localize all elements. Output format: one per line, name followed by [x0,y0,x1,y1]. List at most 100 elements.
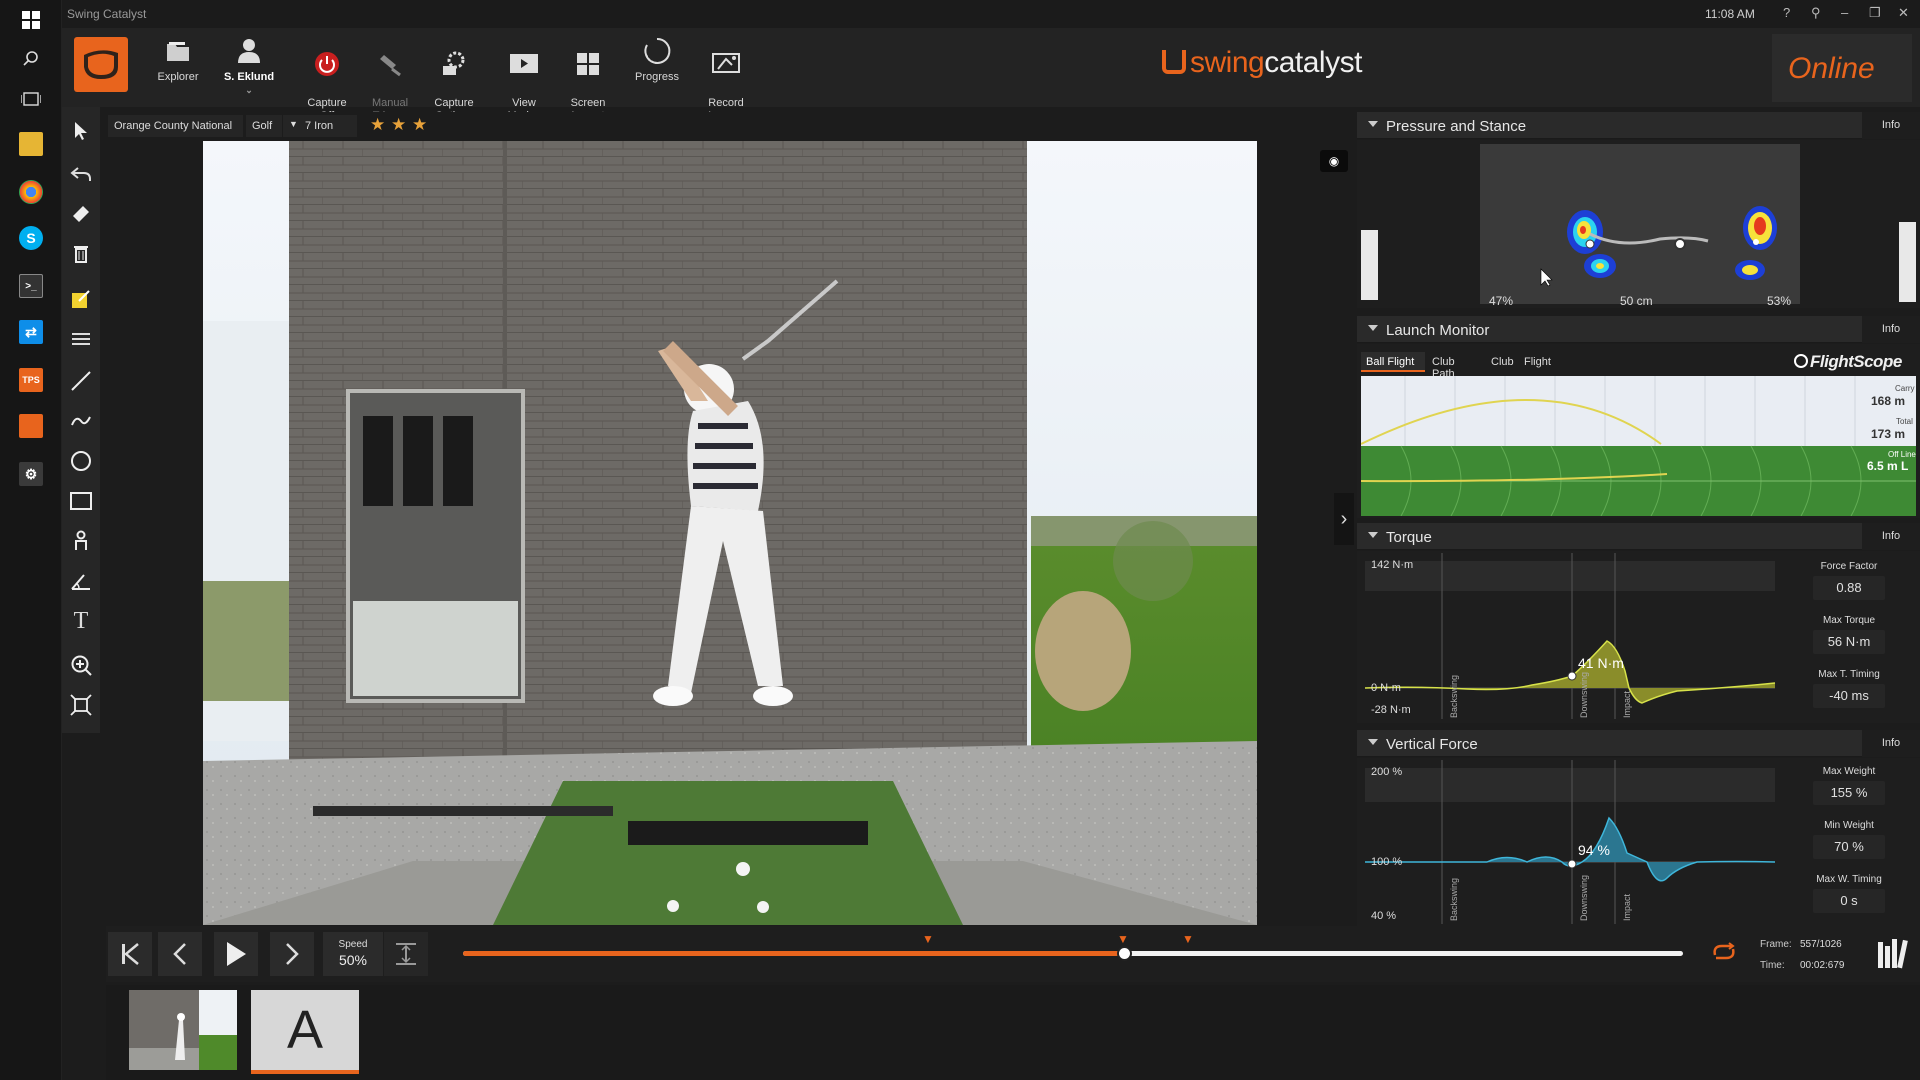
max-weight-timing-stat: Max W. Timing 0 s [1813,874,1885,913]
swingcatalyst-app-icon[interactable] [19,414,43,438]
collapse-triangle-icon[interactable] [1368,739,1378,745]
sport-label[interactable]: Golf [246,115,282,137]
vertical-force-header[interactable]: Vertical Force Info [1357,730,1920,757]
grid-icon [577,53,599,75]
help-button[interactable]: ? [1783,5,1790,20]
stat-value: 70 % [1813,835,1885,859]
force-y-mid: 100 % [1371,856,1403,868]
screen-layout-button[interactable]: Screen Layout [557,32,619,122]
tab-club[interactable]: Club [1486,352,1518,372]
app-logo[interactable] [74,37,128,92]
line-style-icon[interactable] [69,327,93,351]
backswing-label: Backswing [1449,877,1459,921]
torque-panel-header[interactable]: Torque Info [1357,523,1920,550]
event-marker-icon[interactable]: ▼ [1182,932,1194,946]
search-icon[interactable] [19,47,43,71]
online-label: Online [1788,52,1875,85]
minimize-button[interactable]: – [1841,5,1848,20]
event-marker-icon[interactable]: ▼ [1117,932,1129,946]
view-modes-icon [510,54,538,73]
explorer-button[interactable]: Explorer [147,32,209,104]
torque-marker-value: 41 N·m [1578,655,1624,671]
view-modes-button[interactable]: View Modes [493,32,555,122]
settings-icon[interactable]: ⚙ [19,462,43,486]
fit-screen-icon[interactable] [69,693,93,717]
speed-control[interactable]: Speed 50% [323,932,383,976]
location-label[interactable]: Orange County National [108,115,243,137]
text-tool-icon[interactable]: T [69,608,93,634]
launch-monitor-header[interactable]: Launch Monitor Info [1357,316,1920,343]
eraser-icon[interactable] [69,201,93,225]
trim-button[interactable] [384,932,428,976]
next-frame-button[interactable] [270,932,314,976]
pressure-panel-header[interactable]: Pressure and Stance Info [1357,112,1920,139]
skype-icon[interactable]: S [19,226,43,250]
brand-mark-icon [1162,50,1186,74]
freehand-tool-icon[interactable] [69,409,93,433]
rating-star-icon[interactable]: ★ [391,115,406,135]
user-button[interactable]: S. Eklund ⌄ [218,32,280,104]
maximize-button[interactable]: ❐ [1869,5,1881,21]
club-dropdown[interactable]: ▼ 7 Iron [283,115,357,137]
trigger-icon [380,55,401,77]
terminal-icon[interactable]: >_ [19,274,43,298]
note-icon[interactable] [69,287,93,311]
tab-ball-flight[interactable]: Ball Flight [1361,352,1425,372]
capture-off-button[interactable]: Capture Off [296,32,358,122]
torque-chart [1364,553,1776,719]
collapse-triangle-icon[interactable] [1368,121,1378,127]
previous-frame-button[interactable] [158,932,202,976]
video-thumbnail[interactable] [129,990,237,1070]
fullscreen-button[interactable]: ⚲ [1811,5,1821,21]
collapse-triangle-icon[interactable] [1368,532,1378,538]
tps-icon[interactable]: TPS [19,368,43,392]
stat-value: 0 s [1813,889,1885,913]
rating-star-icon[interactable]: ★ [370,115,385,135]
snapshot-camera-icon[interactable]: ◉ [1320,150,1348,172]
user-icon [238,39,260,63]
library-icon[interactable] [1872,936,1912,972]
timeline-track[interactable] [463,951,1683,956]
panel-title: Torque [1386,529,1432,546]
zoom-tool-icon[interactable] [69,653,93,677]
play-button[interactable] [214,932,258,976]
rectangle-tool-icon[interactable] [69,489,93,513]
angle-tool-icon[interactable] [69,569,93,593]
close-button[interactable]: ✕ [1898,5,1909,21]
swing-video[interactable] [203,141,1257,925]
select-pointer-icon[interactable] [69,119,93,143]
collapse-panel-chevron-icon[interactable]: › [1334,493,1354,545]
info-button[interactable]: Info [1862,112,1920,139]
progress-button[interactable]: Progress [626,32,688,104]
angle-thumbnail[interactable]: A [251,990,359,1074]
record-lesson-button[interactable]: Record Lesson [695,32,757,122]
chrome-icon[interactable] [19,180,43,204]
file-explorer-icon[interactable] [19,132,43,156]
loop-icon[interactable] [1710,942,1738,967]
task-view-icon[interactable] [19,87,43,111]
torque-y-zero: 0 N·m [1371,682,1401,694]
body-angle-tool-icon[interactable] [69,529,93,553]
manual-trigger-button[interactable]: Manual Trigger [359,32,421,122]
circle-tool-icon[interactable] [69,449,93,473]
capture-options-button[interactable]: Capture Options [423,32,485,122]
stance-width: 50 cm [1620,294,1653,308]
go-to-start-button[interactable] [108,932,152,976]
chevron-left-icon [173,943,186,965]
trash-icon[interactable] [69,241,93,265]
collapse-triangle-icon[interactable] [1368,325,1378,331]
stat-label: Force Factor [1820,561,1878,572]
info-button[interactable]: Info [1862,523,1920,550]
tab-club-path[interactable]: Club Path [1427,352,1485,380]
windows-icon[interactable] [19,8,43,32]
info-button[interactable]: Info [1862,316,1920,343]
line-tool-icon[interactable] [69,369,93,393]
online-button[interactable]: Online [1772,34,1912,102]
teamviewer-icon[interactable]: ⇄ [19,320,43,344]
info-button[interactable]: Info [1862,730,1920,757]
event-marker-icon[interactable]: ▼ [922,932,934,946]
total-value: 173 m [1871,427,1906,441]
rating-star-icon[interactable]: ★ [412,115,427,135]
tab-flight[interactable]: Flight [1519,352,1559,372]
undo-icon[interactable] [69,162,93,186]
